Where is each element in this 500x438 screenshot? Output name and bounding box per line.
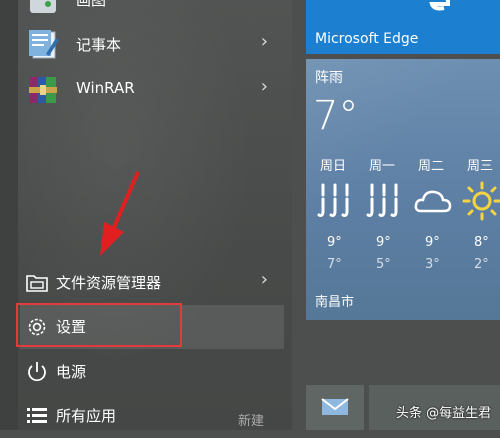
start-menu-list: 画图 记事本 › WinRAR › 文件资源管理器 › 设置 电源 所有应用 新… [0, 0, 292, 430]
mail-icon [321, 398, 349, 415]
annotation-arrow [100, 171, 140, 256]
forecast-high: 8° [474, 235, 489, 250]
edge-logo-icon [429, 0, 450, 11]
app-label: 记事本 [76, 36, 122, 54]
all-apps-label: 所有应用 [56, 407, 117, 425]
app-label: WinRAR [76, 79, 135, 97]
app-item-winrar[interactable]: WinRAR › [20, 68, 288, 112]
forecast-high: 9° [376, 235, 391, 250]
power-item[interactable]: 电源 [20, 350, 284, 394]
forecast-day: 周三 [467, 159, 494, 174]
forecast-high: 9° [425, 235, 440, 250]
settings-highlight-box [16, 303, 182, 347]
winrar-icon [29, 77, 57, 103]
new-label: 新建 [238, 414, 265, 429]
app-tile[interactable] [306, 385, 364, 430]
file-explorer-label: 文件资源管理器 [56, 274, 162, 292]
weather-condition: 阵雨 [315, 70, 343, 86]
folder-icon [26, 275, 48, 292]
power-label: 电源 [56, 363, 87, 381]
app-item-notepad[interactable]: 记事本 › [20, 23, 288, 67]
app-label: 画图 [76, 0, 107, 9]
weather-temperature: 7° [313, 93, 359, 139]
power-icon [28, 362, 46, 382]
weather-tile[interactable]: 阵雨 7° 周日 周一 周二 周三 9° 9° 9° 8° 7° 5° 3° 2… [306, 59, 500, 320]
rain-icon [317, 183, 349, 217]
forecast-day: 周二 [418, 159, 445, 174]
weather-city: 南昌市 [315, 295, 355, 310]
paint-icon [30, 0, 56, 13]
forecast-low: 5° [376, 257, 391, 272]
sun-icon [462, 181, 500, 221]
chevron-right-icon[interactable]: › [261, 269, 268, 290]
file-explorer-item[interactable]: 文件资源管理器 › [20, 261, 284, 305]
forecast-high: 9° [327, 235, 342, 250]
cloud-icon [414, 190, 452, 213]
chevron-right-icon[interactable]: › [261, 31, 268, 52]
forecast-day: 周日 [320, 159, 347, 174]
app-item-paint[interactable]: 画图 [20, 0, 288, 22]
edge-tile[interactable]: Microsoft Edge [306, 0, 500, 54]
rain-icon [366, 183, 398, 217]
forecast-day: 周一 [369, 159, 396, 174]
notepad-icon [29, 30, 59, 59]
edge-tile-label: Microsoft Edge [315, 31, 419, 47]
forecast-low: 3° [425, 257, 440, 272]
watermark: 头条 @每益生君 [396, 406, 492, 421]
start-menu-strip [0, 0, 18, 430]
forecast-low: 7° [327, 257, 342, 272]
forecast-low: 2° [474, 257, 489, 272]
chevron-right-icon[interactable]: › [261, 76, 268, 97]
list-icon [27, 408, 47, 423]
